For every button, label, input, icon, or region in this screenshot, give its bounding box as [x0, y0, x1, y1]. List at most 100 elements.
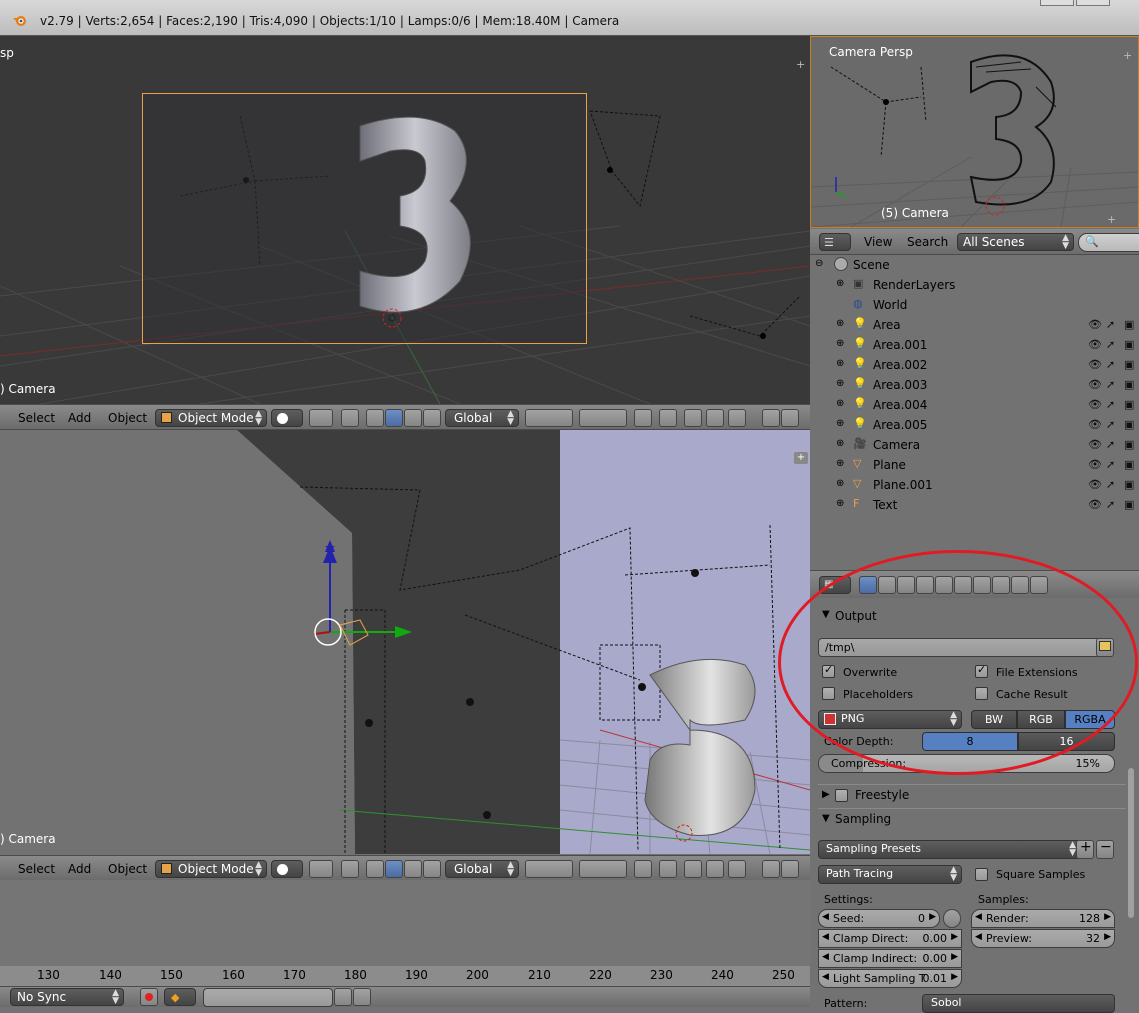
render-icon[interactable]: ▣	[1124, 398, 1134, 411]
snap-element-icon[interactable]	[706, 860, 724, 878]
eye-icon[interactable]: 👁	[1088, 418, 1102, 431]
layers-group-1-bottom[interactable]	[525, 860, 573, 878]
collapse-icon[interactable]: ⊖	[815, 258, 823, 269]
sampling-presets-dropdown[interactable]: Sampling Presets ▲ ▼	[818, 840, 1081, 859]
outliner[interactable]: ⊖ Scene ⊕ ▣ RenderLayers ◍ World ⊕ 💡 Area 👁 ➚ ▣ ⊕ 💡 A…	[810, 255, 1139, 566]
eye-icon[interactable]: 👁	[1088, 378, 1102, 391]
render-icon[interactable]: ▣	[1124, 418, 1134, 431]
eye-icon[interactable]: 👁	[1088, 398, 1102, 411]
render-animation-icon[interactable]	[781, 860, 799, 878]
layers-group-1[interactable]	[525, 409, 573, 427]
cursor-icon[interactable]: ➚	[1106, 438, 1115, 451]
outliner-menu-view[interactable]: View	[864, 235, 892, 249]
properties-scrollbar[interactable]	[1128, 768, 1134, 918]
expand-icon[interactable]: ⊕	[836, 398, 844, 409]
freestyle-checkbox[interactable]	[835, 789, 848, 802]
cursor-icon[interactable]: ➚	[1106, 478, 1115, 491]
outliner-row[interactable]: ⊕ 💡 Area.002 👁 ➚ ▣	[810, 355, 1139, 375]
snap-icon[interactable]	[684, 409, 702, 427]
shading-dropdown-bottom[interactable]	[271, 860, 303, 878]
layer-lock-icon[interactable]	[634, 860, 652, 878]
outliner-row[interactable]: ⊕ 💡 Area 👁 ➚ ▣	[810, 315, 1139, 335]
properties-editor[interactable]: ▼ Output /tmp\ ✓ Overwrite ✓ File Extens…	[778, 550, 1139, 1013]
menu-select-bottom[interactable]: Select	[18, 862, 55, 876]
camera-toolshelf-toggle-icon[interactable]: +	[1123, 49, 1132, 62]
layers-group-2[interactable]	[579, 409, 627, 427]
sync-dropdown[interactable]: No Sync ▲ ▼	[10, 988, 124, 1006]
eye-icon[interactable]: 👁	[1088, 338, 1102, 351]
expand-icon[interactable]: ⊕	[836, 458, 844, 469]
viewport-toolshelf-toggle-icon[interactable]: +	[796, 58, 805, 71]
preview-samples-field[interactable]: ◀ Preview: 32 ▶	[971, 929, 1115, 948]
expand-icon[interactable]: ⊕	[836, 318, 844, 329]
render-icon[interactable]: ▣	[1124, 478, 1134, 491]
seed-field[interactable]: ◀ Seed: 0 ▶	[818, 909, 940, 928]
preset-remove-icon[interactable]: −	[1096, 839, 1114, 859]
eye-icon[interactable]: 👁	[1088, 458, 1102, 471]
cursor-icon[interactable]: ➚	[1106, 418, 1115, 431]
snap-target-icon[interactable]	[728, 860, 746, 878]
scale-manipulator-icon[interactable]	[404, 860, 422, 878]
manipulator-toggle-button-bottom[interactable]	[341, 860, 359, 878]
integrator-dropdown[interactable]: Path Tracing ▲ ▼	[818, 865, 962, 884]
render-samples-field[interactable]: ◀ Render: 128 ▶	[971, 909, 1115, 928]
menu-add-bottom[interactable]: Add	[68, 862, 91, 876]
light-sampling-threshold-field[interactable]: ◀ Light Sampling T 0.01 ▶	[818, 969, 962, 988]
manipulator-extra-icon[interactable]	[423, 409, 441, 427]
outliner-row[interactable]: ⊕ ▽ Plane.001 👁 ➚ ▣	[810, 475, 1139, 495]
camera-viewport[interactable]: Camera Persp (5) Camera + +	[810, 36, 1139, 228]
shading-dropdown[interactable]	[271, 409, 303, 427]
viewport-top[interactable]: sp ) Camera +	[0, 36, 810, 404]
clamp-indirect-field[interactable]: ◀ Clamp Indirect: 0.00 ▶	[818, 949, 962, 968]
cursor-icon[interactable]: ➚	[1106, 378, 1115, 391]
cursor-icon[interactable]: ➚	[1106, 458, 1115, 471]
window-minimize-button[interactable]	[1040, 0, 1074, 6]
outliner-search-input[interactable]: 🔍	[1078, 233, 1139, 252]
outliner-row[interactable]: ⊕ F Text 👁 ➚ ▣	[810, 495, 1139, 515]
snap-element-icon[interactable]	[706, 409, 724, 427]
blender-logo-icon[interactable]	[12, 12, 28, 28]
expand-icon[interactable]: ⊕	[836, 338, 844, 349]
cursor-icon[interactable]: ➚	[1106, 358, 1115, 371]
layers-group-2-bottom[interactable]	[579, 860, 627, 878]
eye-icon[interactable]: 👁	[1088, 498, 1102, 511]
square-samples-checkbox[interactable]	[975, 868, 988, 881]
expand-icon[interactable]: ⊕	[836, 478, 844, 489]
eye-icon[interactable]: 👁	[1088, 438, 1102, 451]
proportional-edit-icon[interactable]	[659, 860, 677, 878]
manipulator-extra-icon[interactable]	[423, 860, 441, 878]
expand-icon[interactable]: ⊕	[836, 358, 844, 369]
clamp-direct-field[interactable]: ◀ Clamp Direct: 0.00 ▶	[818, 929, 962, 948]
camera-properties-toggle-icon[interactable]: +	[1107, 213, 1116, 226]
display-mode-dropdown[interactable]: All Scenes ▲ ▼	[957, 233, 1074, 251]
record-icon[interactable]	[140, 988, 158, 1006]
expand-icon[interactable]: ⊕	[836, 498, 844, 509]
manipulator-toggle-button[interactable]	[341, 409, 359, 427]
outliner-row[interactable]: ⊕ 💡 Area.004 👁 ➚ ▣	[810, 395, 1139, 415]
eye-icon[interactable]: 👁	[1088, 478, 1102, 491]
render-still-icon[interactable]	[762, 409, 780, 427]
outliner-row[interactable]: ⊕ 💡 Area.005 👁 ➚ ▣	[810, 415, 1139, 435]
snap-target-icon[interactable]	[728, 409, 746, 427]
outliner-row[interactable]: ⊕ 💡 Area.001 👁 ➚ ▣	[810, 335, 1139, 355]
render-icon[interactable]: ▣	[1124, 338, 1134, 351]
preset-add-icon[interactable]: +	[1076, 839, 1094, 859]
editor-type-dropdown[interactable]: ☰	[819, 233, 851, 251]
outliner-row[interactable]: ◍ World	[810, 295, 1139, 315]
outliner-row[interactable]: ⊕ ▣ RenderLayers	[810, 275, 1139, 295]
cursor-icon[interactable]: ➚	[1106, 398, 1115, 411]
outliner-row[interactable]: ⊕ ▽ Plane 👁 ➚ ▣	[810, 455, 1139, 475]
viewport-bottom[interactable]: ) Camera +	[0, 430, 810, 854]
orientation-dropdown-bottom[interactable]: Global ▲ ▼	[445, 860, 519, 878]
freestyle-panel-header[interactable]: ▶ Freestyle	[818, 784, 1126, 806]
expand-icon[interactable]: ⊕	[836, 438, 844, 449]
viewport-toolshelf-toggle-bottom-icon[interactable]: +	[794, 452, 808, 464]
sampling-panel-header[interactable]: ▼ Sampling	[818, 808, 1126, 830]
snap-icon[interactable]	[684, 860, 702, 878]
pivot-point-button[interactable]	[309, 409, 333, 427]
window-maximize-button[interactable]	[1076, 0, 1110, 6]
menu-object[interactable]: Object	[108, 411, 147, 425]
menu-object-bottom[interactable]: Object	[108, 862, 147, 876]
render-icon[interactable]: ▣	[1124, 498, 1134, 511]
expand-icon[interactable]: ⊕	[836, 378, 844, 389]
